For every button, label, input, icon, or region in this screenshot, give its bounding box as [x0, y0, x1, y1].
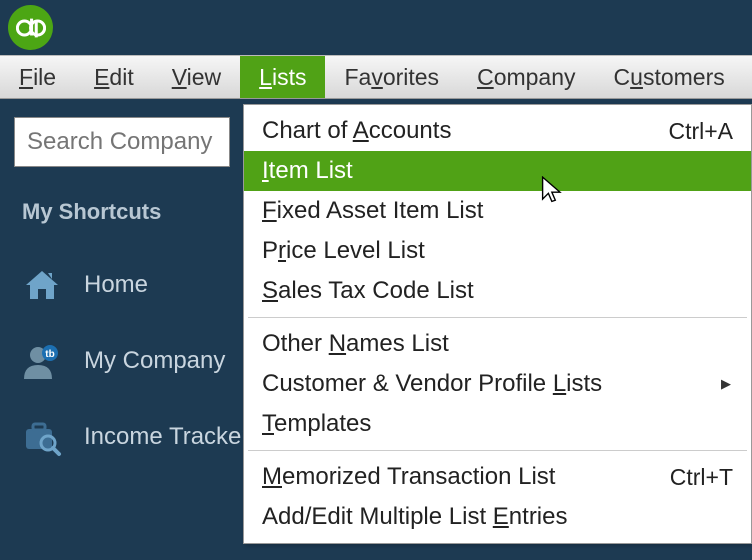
menu-company[interactable]: Company: [458, 56, 594, 98]
menu-separator: [248, 450, 747, 451]
menuitem-customer-vendor-profile-lists[interactable]: Customer & Vendor Profile Lists ▶: [244, 364, 751, 404]
menuitem-fixed-asset-item-list[interactable]: Fixed Asset Item List: [244, 191, 751, 231]
menu-file[interactable]: File: [0, 56, 75, 98]
menubar: File Edit View Lists Favorites Company C…: [0, 55, 752, 99]
briefcase-search-icon: [22, 417, 62, 457]
shortcut-text: Ctrl+T: [670, 464, 733, 491]
home-icon: [22, 265, 62, 305]
menuitem-item-list[interactable]: Item List: [244, 151, 751, 191]
menu-favorites[interactable]: Favorites: [325, 56, 458, 98]
shortcut-label: Home: [84, 271, 148, 299]
shortcut-text: Ctrl+A: [668, 118, 733, 145]
submenu-arrow-icon: ▶: [721, 376, 733, 392]
menu-view[interactable]: View: [153, 56, 240, 98]
menu-customers[interactable]: Customers: [595, 56, 744, 98]
lists-dropdown: Chart of Accounts Ctrl+A Item List Fixed…: [243, 104, 752, 544]
person-icon: tb: [22, 341, 62, 381]
menuitem-other-names-list[interactable]: Other Names List: [244, 324, 751, 364]
menuitem-memorized-transaction-list[interactable]: Memorized Transaction List Ctrl+T: [244, 457, 751, 497]
menu-lists[interactable]: Lists: [240, 56, 325, 98]
shortcut-label: My Company: [84, 347, 225, 375]
menu-separator: [248, 317, 747, 318]
menuitem-sales-tax-code-list[interactable]: Sales Tax Code List: [244, 271, 751, 311]
svg-text:tb: tb: [45, 349, 54, 360]
shortcut-label: Income Tracker: [84, 423, 249, 451]
menuitem-templates[interactable]: Templates: [244, 404, 751, 444]
menuitem-price-level-list[interactable]: Price Level List: [244, 231, 751, 271]
menuitem-chart-of-accounts[interactable]: Chart of Accounts Ctrl+A: [244, 111, 751, 151]
search-box[interactable]: [14, 117, 230, 167]
search-input[interactable]: [27, 128, 217, 156]
menuitem-add-edit-multiple-list-entries[interactable]: Add/Edit Multiple List Entries: [244, 497, 751, 537]
app-logo: [8, 5, 53, 50]
menu-edit[interactable]: Edit: [75, 56, 153, 98]
